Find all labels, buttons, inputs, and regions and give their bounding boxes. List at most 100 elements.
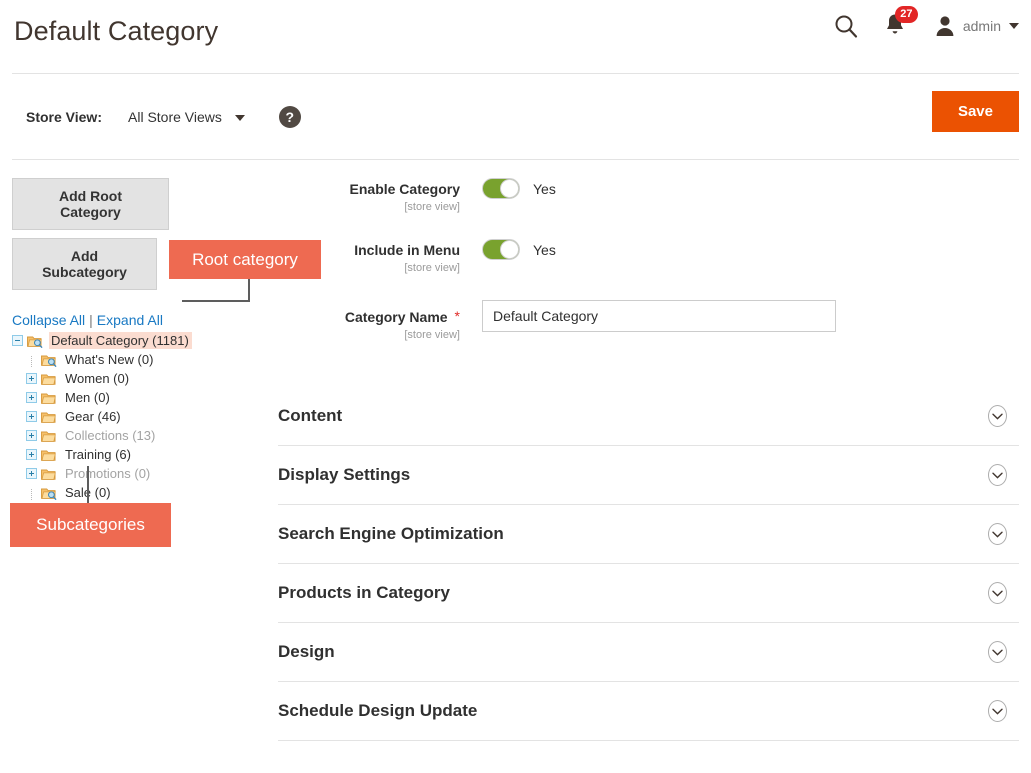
tree-node-women-0[interactable]: Women (0) (12, 369, 270, 388)
store-view-bar: Store View: All Store Views ? Save (12, 74, 1019, 160)
tree-node-label: Women (0) (65, 371, 130, 386)
tree-expand-links: Collapse All | Expand All (12, 312, 270, 328)
enable-category-value: Yes (533, 180, 556, 197)
field-control: Yes (460, 239, 1019, 260)
folder-search-icon (26, 334, 47, 348)
section-title: Products in Category (278, 583, 450, 602)
category-name-input[interactable] (482, 300, 836, 332)
tree-node-label: Promotions (0) (65, 466, 151, 481)
expand-node-icon[interactable] (26, 373, 37, 384)
tree-node-label: Training (6) (65, 447, 131, 462)
field-include-in-menu: Include in Menu [store view] Yes (270, 239, 1019, 274)
include-in-menu-value: Yes (533, 241, 556, 258)
tree-node-gear-46[interactable]: Gear (46) (12, 407, 270, 426)
section-design[interactable]: Design (278, 623, 1019, 682)
collapse-node-icon[interactable] (12, 335, 23, 346)
tree-node-training-6[interactable]: Training (6) (12, 445, 270, 464)
folder-icon (40, 410, 61, 424)
page-title: Default Category (14, 16, 219, 46)
notifications-button[interactable]: 27 (883, 6, 918, 40)
collapse-all-link[interactable]: Collapse All (12, 312, 85, 328)
folder-icon (40, 448, 61, 462)
add-root-category-button[interactable]: Add Root Category (12, 178, 169, 230)
field-category-name: Category Name * [store view] (270, 300, 1019, 341)
chevron-down-icon[interactable] (988, 700, 1007, 722)
chevron-down-icon[interactable] (988, 523, 1007, 545)
section-title: Schedule Design Update (278, 701, 478, 720)
enable-category-toggle[interactable] (482, 178, 520, 199)
store-view-value: All Store Views (128, 108, 222, 125)
content-area: Add Root Category Add Subcategory Collap… (0, 160, 1031, 741)
tree-node-label: Gear (46) (65, 409, 121, 424)
tree-node-label: What's New (0) (65, 352, 154, 367)
expand-node-icon[interactable] (26, 449, 37, 460)
field-label-col: Category Name * [store view] (270, 300, 460, 341)
section-title: Search Engine Optimization (278, 524, 504, 543)
toggle-knob (500, 179, 519, 198)
toggle-knob (500, 240, 519, 259)
section-title: Content (278, 406, 343, 425)
field-label-col: Enable Category [store view] (270, 178, 460, 213)
folder-icon (40, 372, 61, 386)
field-control (460, 300, 1019, 332)
expand-node-icon[interactable] (26, 468, 37, 479)
expand-node-icon[interactable] (26, 430, 37, 441)
notification-count-badge: 27 (894, 6, 918, 23)
tree-node-label: Men (0) (65, 390, 110, 405)
search-icon[interactable] (833, 13, 859, 39)
help-icon[interactable]: ? (278, 105, 301, 128)
tree-node-sale-0[interactable]: Sale (0) (12, 483, 270, 502)
user-avatar-icon (936, 16, 954, 36)
section-search-engine-optimization[interactable]: Search Engine Optimization (278, 505, 1019, 564)
chevron-down-icon (234, 114, 245, 121)
chevron-down-icon[interactable] (988, 641, 1007, 663)
enable-category-scope: [store view] (404, 201, 460, 213)
folder-icon (40, 391, 61, 405)
save-button[interactable]: Save (931, 91, 1019, 132)
store-view-select[interactable]: All Store Views (128, 109, 245, 125)
expand-node-icon[interactable] (26, 392, 37, 403)
tree-node-promotions-0[interactable]: Promotions (0) (12, 464, 270, 483)
root-category-callout: Root category (169, 240, 321, 279)
header-tools: 27 admin (833, 6, 1019, 40)
section-content[interactable]: Content (278, 387, 1019, 446)
chevron-down-icon (1009, 23, 1019, 29)
include-in-menu-toggle[interactable] (482, 239, 520, 260)
section-title: Display Settings (278, 465, 411, 484)
tree-node-label: Collections (13) (65, 428, 156, 443)
chevron-down-icon[interactable] (988, 582, 1007, 604)
expand-all-link[interactable]: Expand All (97, 312, 163, 328)
category-tree: Default Category (1181) What's New (0) Wom… (12, 331, 270, 502)
folder-search-icon (40, 353, 61, 367)
collapsible-sections: Content Display Settings Search Engine Opt… (278, 387, 1019, 741)
chevron-down-icon[interactable] (988, 405, 1007, 427)
folder-icon (40, 467, 61, 481)
tree-node-what-s-new-0[interactable]: What's New (0) (12, 350, 270, 369)
subcategories-callout-leader-line (87, 466, 89, 506)
tree-node-default-category-1181[interactable]: Default Category (1181) (12, 331, 270, 350)
chevron-down-icon[interactable] (988, 464, 1007, 486)
section-display-settings[interactable]: Display Settings (278, 446, 1019, 505)
category-form: Enable Category [store view] Yes Include… (270, 178, 1019, 741)
store-view-label: Store View: (26, 108, 102, 125)
root-callout-leader-line (182, 278, 250, 302)
section-schedule-design-update[interactable]: Schedule Design Update (278, 682, 1019, 741)
folder-icon (40, 429, 61, 443)
user-menu[interactable]: admin (935, 15, 1019, 37)
user-name: admin (962, 18, 1001, 34)
tree-node-men-0[interactable]: Men (0) (12, 388, 270, 407)
field-control: Yes (460, 178, 1019, 199)
category-name-scope: [store view] (404, 329, 460, 341)
include-in-menu-label: Include in Menu (354, 242, 460, 258)
add-subcategory-button[interactable]: Add Subcategory (12, 238, 157, 290)
link-separator: | (89, 312, 93, 328)
field-enable-category: Enable Category [store view] Yes (270, 178, 1019, 213)
expand-node-icon[interactable] (26, 411, 37, 422)
tree-node-collections-13[interactable]: Collections (13) (12, 426, 270, 445)
category-name-label: Category Name (344, 309, 448, 325)
subcategories-callout: Subcategories (10, 503, 171, 547)
section-title: Design (278, 642, 335, 661)
enable-category-label: Enable Category (349, 181, 460, 197)
folder-search-icon (40, 486, 61, 500)
section-products-in-category[interactable]: Products in Category (278, 564, 1019, 623)
